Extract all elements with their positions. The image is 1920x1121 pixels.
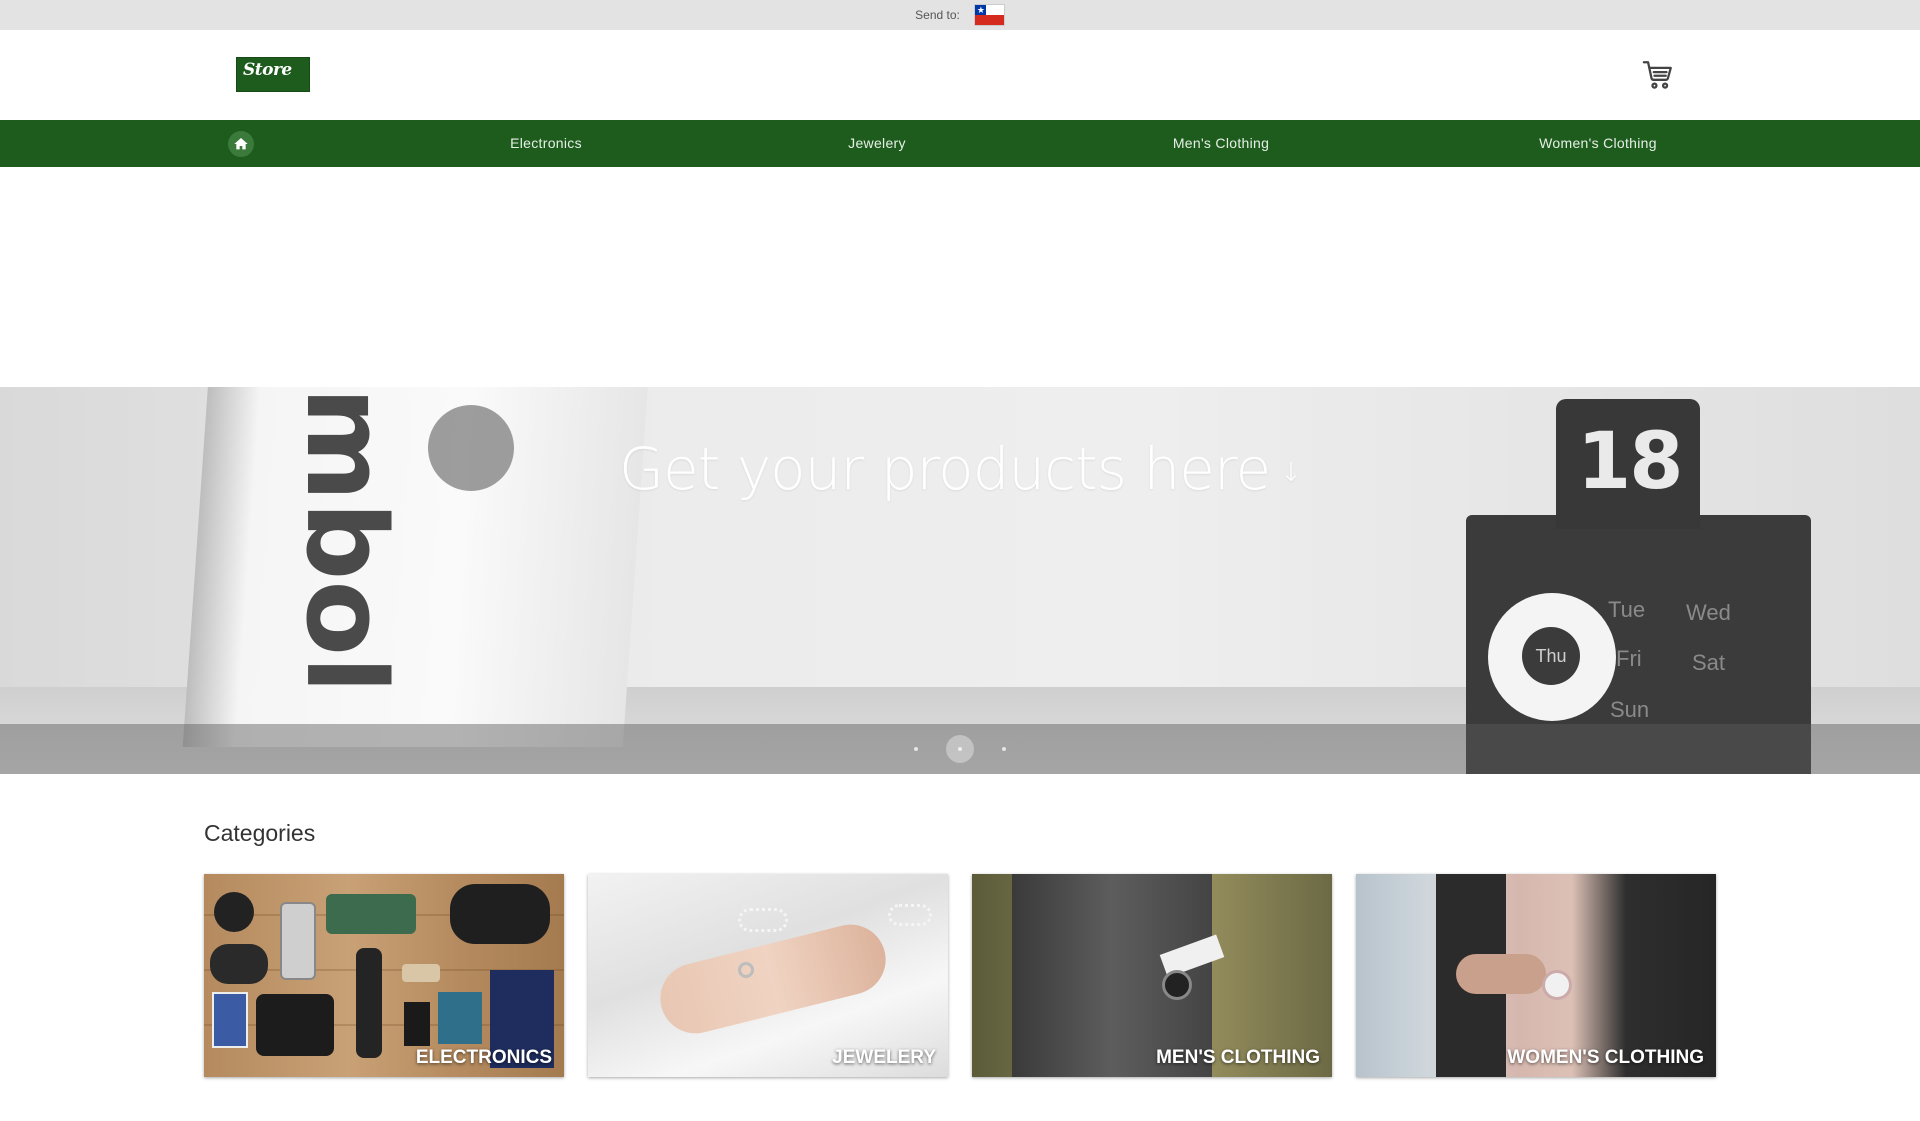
site-header: Store: [0, 30, 1920, 120]
controller-image: [450, 884, 550, 944]
ring-image: [738, 962, 754, 978]
nav-item-electronics[interactable]: Electronics: [510, 120, 582, 167]
arrow-down-icon[interactable]: ↓: [1280, 458, 1302, 488]
category-label-mens-clothing: MEN'S CLOTHING: [1156, 1047, 1320, 1068]
phone-image: [280, 902, 316, 980]
usb-image: [402, 964, 440, 982]
category-card-womens-clothing[interactable]: WOMEN'S CLOTHING: [1356, 874, 1716, 1077]
nav-item-jewelery[interactable]: Jewelery: [848, 120, 906, 167]
camera-image: [256, 994, 334, 1056]
send-to-label: Send to:: [915, 8, 960, 22]
hero-calendar-wed: Wed: [1686, 600, 1731, 625]
carousel-dot-3[interactable]: [1002, 747, 1006, 751]
wristwatch-image-2: [1542, 970, 1572, 1000]
hero-calendar-sun: Sun: [1610, 697, 1650, 722]
hero-calendar-sat: Sat: [1692, 650, 1726, 675]
category-card-mens-clothing[interactable]: MEN'S CLOTHING: [972, 874, 1332, 1077]
hero-title: Get your products here: [619, 435, 1271, 503]
mp3-player-image: [404, 1002, 430, 1046]
wristwatch-image: [1162, 970, 1192, 1000]
bracelet-image-2: [888, 904, 932, 926]
carousel-dot-1[interactable]: [914, 747, 918, 751]
nav-item-womens-clothing[interactable]: Women's Clothing: [1539, 120, 1657, 167]
bracelet-image: [738, 908, 788, 932]
arm-image: [1456, 954, 1546, 994]
send-to-bar: Send to: ★: [0, 0, 1920, 30]
hero-book-text: mbol: [282, 387, 410, 694]
hands-image: [652, 917, 894, 1041]
category-label-womens-clothing: WOMEN'S CLOTHING: [1507, 1047, 1704, 1068]
hard-drive-image: [438, 992, 482, 1044]
hero-carousel: mbol 18 Thu Tue Wed Fri Sat Sun Get your…: [0, 387, 1920, 774]
watch-image: [356, 948, 382, 1058]
home-icon[interactable]: [228, 131, 254, 157]
carousel-dot-2[interactable]: [946, 735, 974, 763]
carousel-indicator-bar: [0, 724, 1920, 774]
hero-calendar-thu: Thu: [1522, 627, 1580, 685]
main-nav: Electronics Jewelery Men's Clothing Wome…: [0, 120, 1920, 167]
pouch-image: [326, 894, 416, 934]
hero-title-wrap: Get your products here ↓: [0, 435, 1920, 503]
categories-title: Categories: [204, 820, 316, 846]
cards-image: [212, 992, 248, 1048]
nav-item-mens-clothing[interactable]: Men's Clothing: [1173, 120, 1269, 167]
category-card-electronics[interactable]: ELECTRONICS: [204, 874, 564, 1077]
cart-icon[interactable]: [1641, 58, 1675, 92]
chile-flag-icon[interactable]: ★: [973, 4, 1005, 26]
headphones-image: [210, 944, 268, 984]
store-logo[interactable]: Store: [236, 57, 310, 92]
category-label-electronics: ELECTRONICS: [415, 1047, 552, 1068]
category-card-jewelery[interactable]: JEWELERY: [588, 874, 948, 1077]
camera-lens-image: [214, 892, 254, 932]
hero-calendar-tue: Tue: [1608, 597, 1646, 622]
hero-calendar-fri: Fri: [1616, 646, 1642, 671]
category-label-jewelery: JEWELERY: [832, 1047, 936, 1068]
